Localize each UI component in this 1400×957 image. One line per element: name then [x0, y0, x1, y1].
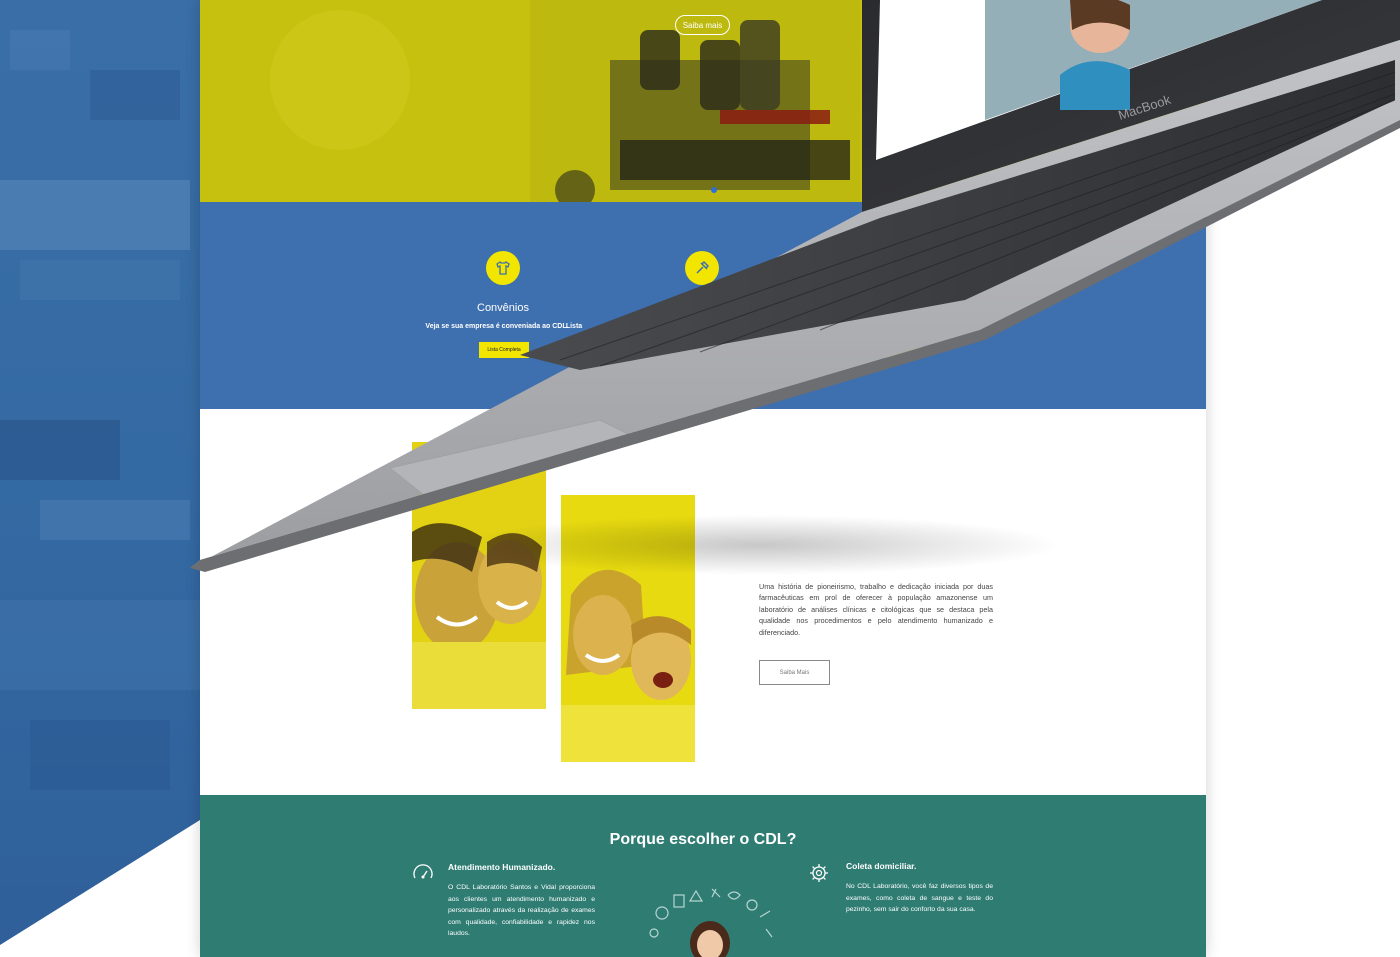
website-page: Saiba mais Convênios Veja se sua empresa…	[200, 0, 1206, 957]
doctor-illustration	[649, 888, 773, 957]
feature-desc-home-collection: No CDL Laboratório, você faz diversos ti…	[846, 883, 993, 913]
full-list-button[interactable]: Lista Completa	[479, 342, 529, 358]
carousel-indicator-dot[interactable]	[711, 187, 717, 193]
background-aerial-photo	[0, 0, 200, 957]
feature-title-humanized: Atendimento Humanizado.	[448, 862, 556, 872]
about-description: Uma história de pioneirismo, trabalho e …	[759, 582, 993, 637]
tools-icon	[685, 251, 719, 285]
about-learn-more-button[interactable]: Saiba Mais	[759, 660, 830, 685]
mother-daughter-photo	[561, 495, 695, 762]
hero-banner: Saiba mais	[200, 0, 1206, 202]
why-choose-title: Porque escolher o CDL?	[609, 831, 797, 848]
second-service-button[interactable]	[872, 342, 922, 358]
shirt-icon	[486, 251, 520, 285]
service-desc-second: Lista	[565, 323, 583, 330]
gear-icon	[810, 864, 828, 882]
service-title-convenios: Convênios	[477, 302, 529, 314]
hero-learn-more-button[interactable]: Saiba mais	[675, 15, 730, 35]
feature-desc-humanized: O CDL Laboratório Santos e Vidal proporc…	[448, 884, 595, 937]
feature-title-home-collection: Coleta domiciliar.	[846, 861, 917, 871]
services-section: Convênios Veja se sua empresa é convenia…	[200, 202, 1206, 409]
about-section: Uma história de pioneirismo, trabalho e …	[200, 409, 1206, 795]
why-choose-section: Porque escolher o CDL? Atendimento Human…	[200, 795, 1206, 957]
speedometer-icon	[413, 864, 433, 879]
father-daughter-photo	[412, 442, 546, 709]
